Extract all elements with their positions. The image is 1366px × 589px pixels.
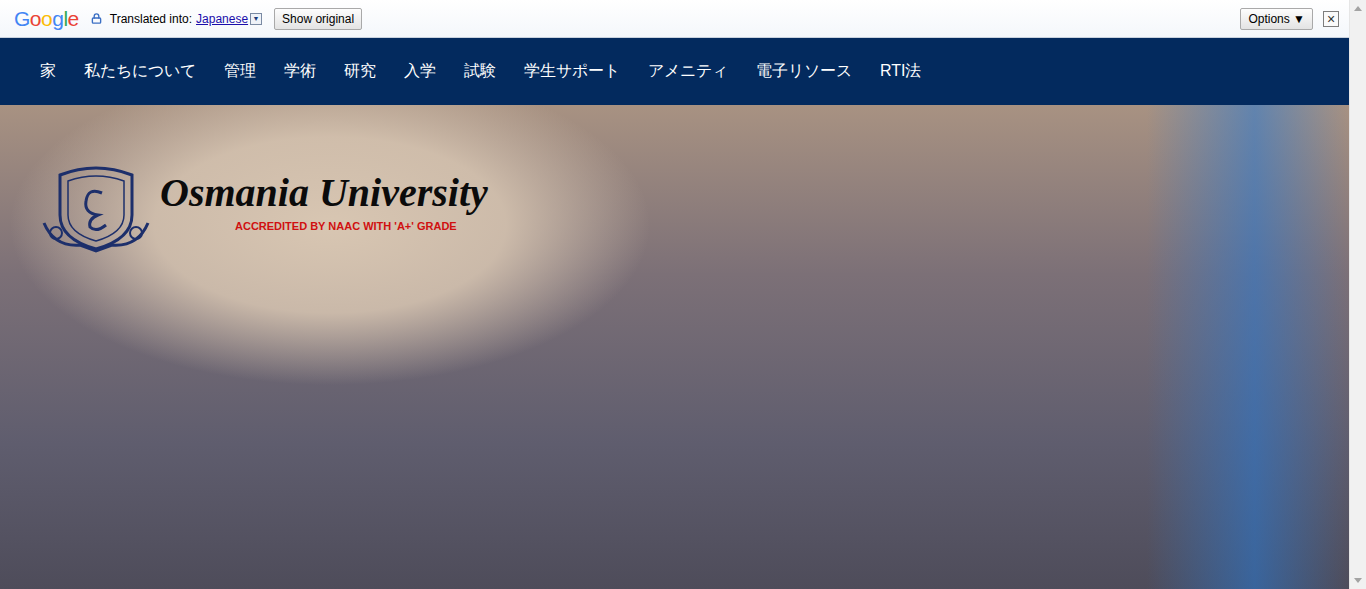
lock-icon <box>91 13 102 24</box>
scrollbar[interactable] <box>1349 0 1366 589</box>
browser-page: Google Translated into: Japanese▼ Show orig… <box>0 0 1366 589</box>
nav-item[interactable]: 学生サポート <box>524 61 620 82</box>
main-nav: 家 私たちについて 管理 学術 研究 入学 試験 学生サポート アメニティ 電子リソース RTI法 <box>0 38 1349 105</box>
nav-item[interactable]: 管理 <box>224 61 256 82</box>
nav-item[interactable]: 家 <box>40 61 56 82</box>
nav-item[interactable]: 試験 <box>464 61 496 82</box>
emblem-icon <box>40 163 152 253</box>
translated-label: Translated into: <box>110 12 192 26</box>
google-logo: Google <box>14 7 79 31</box>
translate-bar: Google Translated into: Japanese▼ Show orig… <box>0 0 1349 38</box>
nav-item[interactable]: RTI法 <box>880 61 921 82</box>
nav-item[interactable]: 私たちについて <box>84 61 196 82</box>
hero-photo: Osmania University ACCREDITED BY NAAC WIT… <box>0 105 1349 589</box>
university-logo: Osmania University ACCREDITED BY NAAC WIT… <box>40 163 488 253</box>
scroll-up-icon[interactable] <box>1354 6 1362 11</box>
nav-item[interactable]: アメニティ <box>648 61 728 82</box>
show-original-button[interactable]: Show original <box>274 8 362 30</box>
scroll-down-icon[interactable] <box>1354 578 1362 583</box>
nav-item[interactable]: 電子リソース <box>756 61 852 82</box>
nav-item[interactable]: 研究 <box>344 61 376 82</box>
nav-item[interactable]: 入学 <box>404 61 436 82</box>
options-button[interactable]: Options ▼ <box>1240 8 1313 30</box>
language-dropdown[interactable]: ▼ <box>250 13 262 25</box>
language-link[interactable]: Japanese <box>196 12 248 26</box>
university-title: Osmania University <box>160 169 488 216</box>
close-button[interactable]: × <box>1323 11 1339 27</box>
page-content: Google Translated into: Japanese▼ Show orig… <box>0 0 1349 589</box>
accreditation-text: ACCREDITED BY NAAC WITH 'A+' GRADE <box>235 220 488 232</box>
nav-item[interactable]: 学術 <box>284 61 316 82</box>
